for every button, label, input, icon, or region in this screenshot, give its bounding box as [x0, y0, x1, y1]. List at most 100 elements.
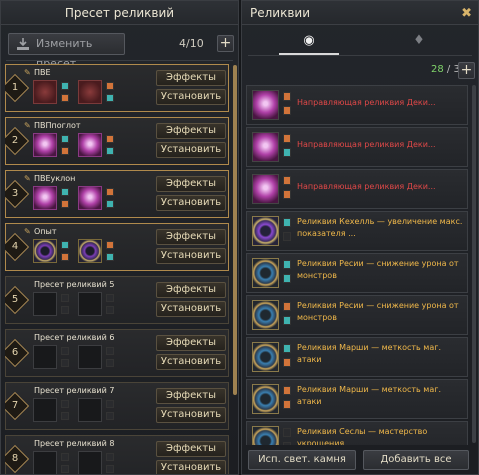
relic-slot[interactable] — [33, 133, 57, 157]
relic-slot[interactable] — [33, 345, 57, 369]
relic-row[interactable]: Реликвия Сеслы — мастерство укрощения — [246, 421, 468, 445]
install-button[interactable]: Установить — [156, 195, 226, 211]
pencil-icon[interactable]: ✎ — [24, 68, 31, 77]
gem-slot — [106, 147, 114, 155]
install-button[interactable]: Установить — [156, 354, 226, 370]
crystal-icon: ♦ — [413, 33, 425, 48]
preset-card[interactable]: 3 ✎ ПВЕуклон Эффекты Установить — [5, 170, 229, 218]
relic-slot[interactable] — [33, 398, 57, 422]
pencil-icon[interactable]: ✎ — [24, 174, 31, 183]
relic-slot[interactable] — [33, 451, 57, 474]
gem-slot — [283, 400, 291, 409]
relic-row[interactable]: Реликвия Ресии — снижение урона от монст… — [246, 295, 468, 335]
preset-card[interactable]: 4 ✎ Опыт Эффекты Установить — [5, 223, 229, 271]
effects-button[interactable]: Эффекты — [156, 335, 226, 351]
preset-name: ПВЕуклон — [34, 174, 76, 183]
relic-slot[interactable] — [33, 80, 57, 104]
relic-slot[interactable] — [78, 80, 102, 104]
gem-slot — [283, 232, 291, 241]
relic-icon — [252, 90, 279, 120]
relic-icon — [252, 342, 279, 372]
gem-slot — [106, 412, 114, 420]
preset-name: Пресет реликвий 8 — [34, 439, 115, 448]
effects-button[interactable]: Эффекты — [156, 441, 226, 457]
preset-card[interactable]: 5 Пресет реликвий 5 Эффекты Установить — [5, 276, 229, 324]
gem-slot — [283, 190, 291, 199]
relic-slot[interactable] — [78, 292, 102, 316]
relic-slot[interactable] — [33, 292, 57, 316]
preset-number-badge: 5 — [5, 285, 30, 315]
effects-button[interactable]: Эффекты — [156, 176, 226, 192]
install-button[interactable]: Установить — [156, 407, 226, 423]
relics-panel-title: Реликвии — [242, 1, 478, 25]
gem-slot — [283, 344, 291, 353]
relic-slot[interactable] — [78, 451, 102, 474]
relic-slot[interactable] — [33, 186, 57, 210]
add-preset-button[interactable]: + — [217, 35, 234, 52]
effects-button[interactable]: Эффекты — [156, 388, 226, 404]
install-button[interactable]: Установить — [156, 301, 226, 317]
relic-row[interactable]: Направляющая реликвия Деки... — [246, 127, 468, 167]
relic-row[interactable]: Реликвия Марши — меткость маг. атаки — [246, 379, 468, 419]
edit-preset-button[interactable]: Изменить пресет — [8, 33, 125, 70]
effects-button[interactable]: Эффекты — [156, 123, 226, 139]
gem-slot — [106, 82, 114, 90]
relic-row[interactable]: Направляющая реликвия Деки... — [246, 85, 468, 125]
relic-row[interactable]: Реликвия Кехелль — увеличение макс. пока… — [246, 211, 468, 251]
install-button[interactable]: Установить — [156, 248, 226, 264]
gem-slot — [283, 218, 291, 227]
gem-slot — [106, 94, 114, 102]
pencil-icon[interactable]: ✎ — [24, 121, 31, 130]
gem-slot — [61, 135, 69, 143]
ring-icon: ◉ — [303, 33, 315, 48]
tab-ring-relics[interactable]: ◉ — [279, 29, 339, 55]
relic-row[interactable]: Направляющая реликвия Деки... — [246, 169, 468, 209]
relic-slot[interactable] — [78, 186, 102, 210]
relic-slot[interactable] — [78, 345, 102, 369]
preset-card[interactable]: 8 Пресет реликвий 8 Эффекты Установить — [5, 435, 229, 474]
gem-slot — [61, 82, 69, 90]
expand-relic-slots-button[interactable]: + — [458, 62, 475, 79]
effects-button[interactable]: Эффекты — [156, 70, 226, 86]
preset-number-badge: 1 — [5, 73, 30, 103]
close-icon[interactable]: ✖ — [461, 6, 472, 21]
gem-slot — [61, 347, 69, 355]
relic-count-current: 28 — [431, 64, 444, 75]
use-light-stone-button[interactable]: Исп. свет. камня — [248, 450, 356, 470]
preset-number-badge: 3 — [5, 179, 30, 209]
effects-button[interactable]: Эффекты — [156, 229, 226, 245]
relic-slot[interactable] — [33, 239, 57, 263]
preset-name: Пресет реликвий 6 — [34, 333, 115, 342]
relic-slot[interactable] — [78, 133, 102, 157]
relic-name: Направляющая реликвия Деки... — [297, 140, 436, 149]
pencil-icon[interactable]: ✎ — [24, 227, 31, 236]
preset-list: 1 ✎ ПВЕ Эффекты Установить 2 ✎ ПВПпоглот Эффекты… — [5, 64, 231, 474]
install-button[interactable]: Установить — [156, 89, 226, 105]
relic-icon — [252, 174, 279, 204]
relic-name: Реликвия Сеслы — мастерство укрощения — [297, 427, 428, 445]
add-all-button[interactable]: Добавить все — [363, 450, 469, 470]
preset-card[interactable]: 7 Пресет реликвий 7 Эффекты Установить — [5, 382, 229, 430]
preset-card[interactable]: 2 ✎ ПВПпоглот Эффекты Установить — [5, 117, 229, 165]
relic-slot[interactable] — [78, 398, 102, 422]
gem-slot — [106, 188, 114, 196]
preset-list-scrollbar[interactable] — [233, 65, 237, 395]
relic-tabs: ◉ ♦ — [248, 29, 472, 56]
preset-count: 4/10 — [179, 37, 204, 50]
effects-button[interactable]: Эффекты — [156, 282, 226, 298]
install-button[interactable]: Установить — [156, 460, 226, 474]
relic-row[interactable]: Реликвия Ресии — снижение урона от монст… — [246, 253, 468, 293]
preset-number-badge: 2 — [5, 126, 30, 156]
gem-slot — [61, 359, 69, 367]
relic-icon — [252, 132, 279, 162]
install-button[interactable]: Установить — [156, 142, 226, 158]
relic-row[interactable]: Реликвия Марши — меткость маг. атаки — [246, 337, 468, 377]
preset-card[interactable]: 1 ✎ ПВЕ Эффекты Установить — [5, 64, 229, 112]
relic-slot[interactable] — [78, 239, 102, 263]
tab-crystal-relics[interactable]: ♦ — [389, 29, 449, 55]
preset-name: Пресет реликвий 5 — [34, 280, 115, 289]
gem-slot — [61, 94, 69, 102]
gem-slot — [106, 453, 114, 461]
preset-card[interactable]: 6 Пресет реликвий 6 Эффекты Установить — [5, 329, 229, 377]
relic-list-scrollbar[interactable] — [472, 85, 476, 443]
